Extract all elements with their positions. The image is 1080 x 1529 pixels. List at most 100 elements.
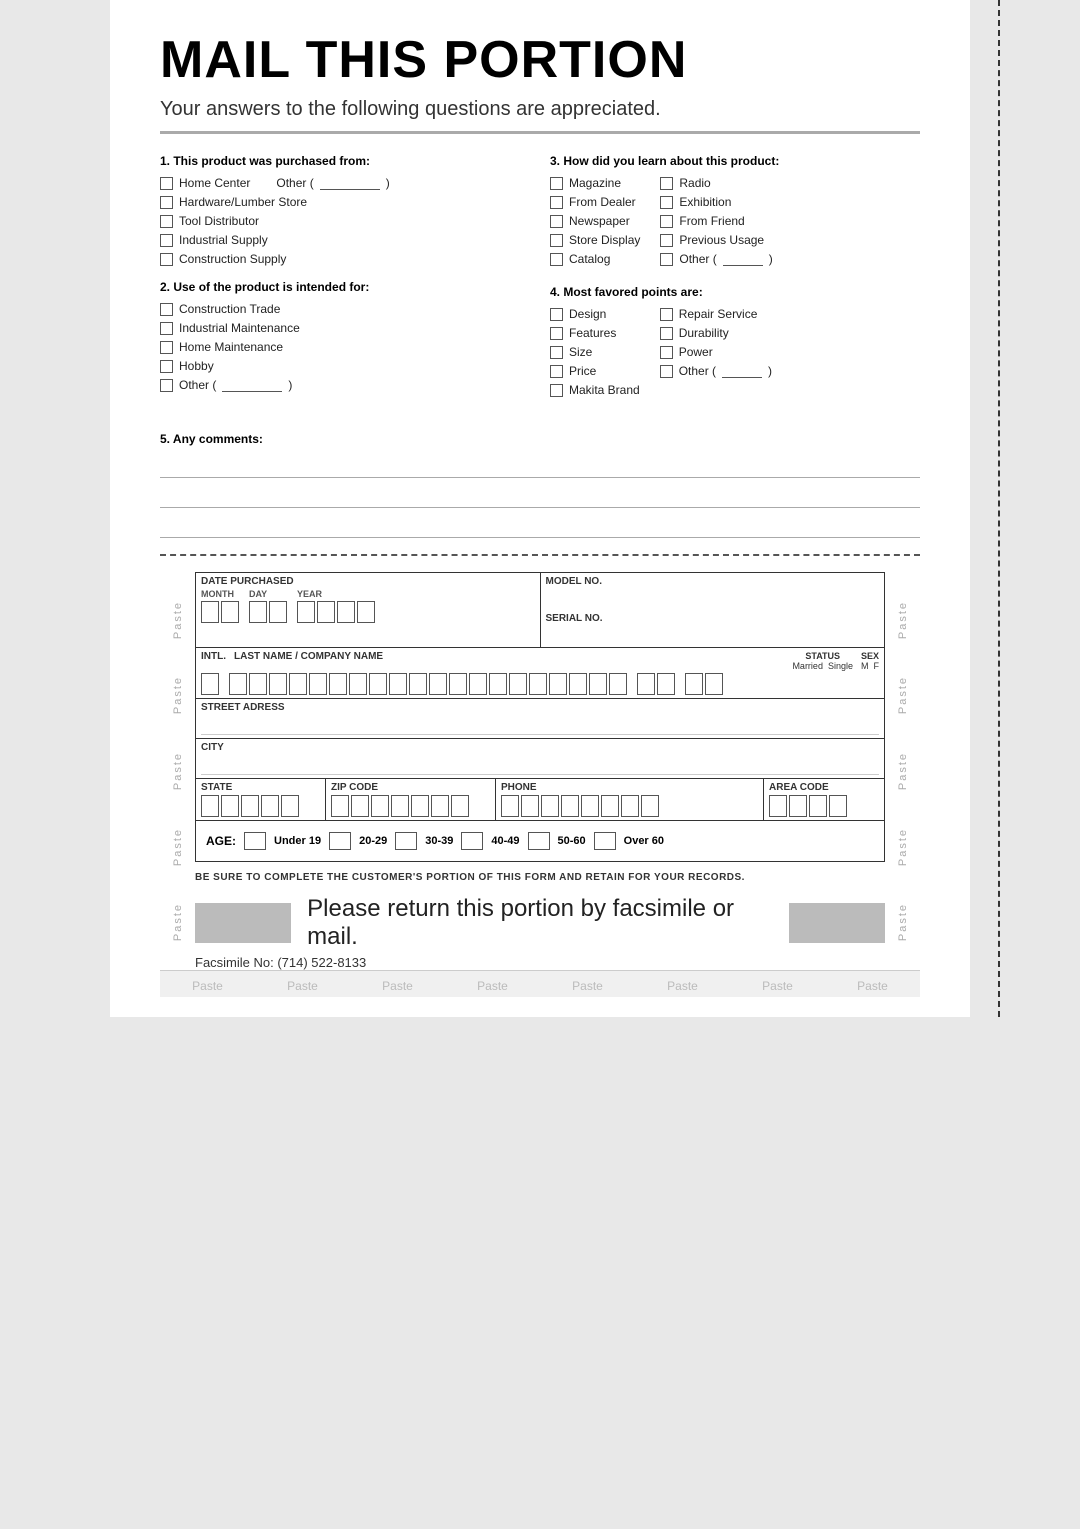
phone-box-7[interactable] (621, 795, 639, 817)
state-box-2[interactable] (221, 795, 239, 817)
q4-option-3[interactable]: Size (550, 345, 640, 359)
q4-option-9[interactable]: Other ( ) (660, 364, 772, 378)
age-box-50-60[interactable] (528, 832, 550, 850)
state-box-1[interactable] (201, 795, 219, 817)
month-box-1[interactable] (201, 601, 219, 623)
intl-box[interactable] (201, 673, 219, 695)
q4-option-8[interactable]: Power (660, 345, 772, 359)
year-box-4[interactable] (357, 601, 375, 623)
q3-option-7[interactable]: Exhibition (660, 195, 772, 209)
f-box[interactable] (705, 673, 723, 695)
name-box-17[interactable] (549, 673, 567, 695)
q3-checkbox-1[interactable] (550, 177, 563, 190)
q1-checkbox-2[interactable] (160, 196, 173, 209)
area-box-1[interactable] (769, 795, 787, 817)
name-box-8[interactable] (369, 673, 387, 695)
q4-checkbox-4[interactable] (550, 365, 563, 378)
state-box-5[interactable] (281, 795, 299, 817)
q1-checkbox-1[interactable] (160, 177, 173, 190)
q2-option-4[interactable]: Hobby (160, 359, 530, 373)
q1-option-4[interactable]: Industrial Supply (160, 233, 530, 247)
area-box-2[interactable] (789, 795, 807, 817)
q1-option-3[interactable]: Tool Distributor (160, 214, 530, 228)
phone-box-3[interactable] (541, 795, 559, 817)
q2-checkbox-4[interactable] (160, 360, 173, 373)
q3-checkbox-9[interactable] (660, 234, 673, 247)
q3-option-5[interactable]: Catalog (550, 252, 640, 266)
q3-option-9[interactable]: Previous Usage (660, 233, 772, 247)
q4-checkbox-5[interactable] (550, 384, 563, 397)
age-box-30-39[interactable] (395, 832, 417, 850)
q3-option-3[interactable]: Newspaper (550, 214, 640, 228)
q1-option-2[interactable]: Hardware/Lumber Store (160, 195, 530, 209)
name-box-6[interactable] (329, 673, 347, 695)
age-box-over60[interactable] (594, 832, 616, 850)
q1-checkbox-3[interactable] (160, 215, 173, 228)
age-box-under19[interactable] (244, 832, 266, 850)
year-box-3[interactable] (337, 601, 355, 623)
q2-checkbox-3[interactable] (160, 341, 173, 354)
name-box-7[interactable] (349, 673, 367, 695)
zip-box-5[interactable] (411, 795, 429, 817)
single-box[interactable] (657, 673, 675, 695)
q2-option-2[interactable]: Industrial Maintenance (160, 321, 530, 335)
q3-checkbox-4[interactable] (550, 234, 563, 247)
area-box-4[interactable] (829, 795, 847, 817)
zip-box-1[interactable] (331, 795, 349, 817)
q4-checkbox-6[interactable] (660, 308, 673, 321)
q4-checkbox-1[interactable] (550, 308, 563, 321)
q2-option-1[interactable]: Construction Trade (160, 302, 530, 316)
name-box-18[interactable] (569, 673, 587, 695)
name-box-19[interactable] (589, 673, 607, 695)
comments-line-2[interactable] (160, 484, 920, 508)
name-box-16[interactable] (529, 673, 547, 695)
q2-checkbox-1[interactable] (160, 303, 173, 316)
q4-option-2[interactable]: Features (550, 326, 640, 340)
q4-option-1[interactable]: Design (550, 307, 640, 321)
name-box-9[interactable] (389, 673, 407, 695)
area-box-3[interactable] (809, 795, 827, 817)
phone-box-5[interactable] (581, 795, 599, 817)
m-box[interactable] (685, 673, 703, 695)
zip-box-2[interactable] (351, 795, 369, 817)
name-box-4[interactable] (289, 673, 307, 695)
q3-checkbox-6[interactable] (660, 177, 673, 190)
name-box-10[interactable] (409, 673, 427, 695)
q4-option-5[interactable]: Makita Brand (550, 383, 640, 397)
name-box-1[interactable] (229, 673, 247, 695)
name-box-11[interactable] (429, 673, 447, 695)
q2-option-5[interactable]: Other ( ) (160, 378, 530, 392)
q3-checkbox-8[interactable] (660, 215, 673, 228)
q3-checkbox-3[interactable] (550, 215, 563, 228)
q3-option-2[interactable]: From Dealer (550, 195, 640, 209)
name-box-2[interactable] (249, 673, 267, 695)
zip-box-7[interactable] (451, 795, 469, 817)
q4-option-4[interactable]: Price (550, 364, 640, 378)
q4-checkbox-8[interactable] (660, 346, 673, 359)
zip-box-3[interactable] (371, 795, 389, 817)
name-box-15[interactable] (509, 673, 527, 695)
q4-checkbox-9[interactable] (660, 365, 673, 378)
street-input[interactable] (201, 713, 879, 735)
q1-option-5[interactable]: Construction Supply (160, 252, 530, 266)
q4-checkbox-3[interactable] (550, 346, 563, 359)
phone-box-1[interactable] (501, 795, 519, 817)
q3-checkbox-2[interactable] (550, 196, 563, 209)
q3-checkbox-10[interactable] (660, 253, 673, 266)
q2-checkbox-2[interactable] (160, 322, 173, 335)
phone-box-6[interactable] (601, 795, 619, 817)
q4-checkbox-7[interactable] (660, 327, 673, 340)
q3-checkbox-7[interactable] (660, 196, 673, 209)
phone-box-2[interactable] (521, 795, 539, 817)
model-no-input[interactable] (546, 587, 880, 607)
day-box-1[interactable] (249, 601, 267, 623)
age-box-40-49[interactable] (461, 832, 483, 850)
zip-box-6[interactable] (431, 795, 449, 817)
q3-option-6[interactable]: Radio (660, 176, 772, 190)
married-box[interactable] (637, 673, 655, 695)
q3-option-4[interactable]: Store Display (550, 233, 640, 247)
q4-option-6[interactable]: Repair Service (660, 307, 772, 321)
q2-option-3[interactable]: Home Maintenance (160, 340, 530, 354)
q1-option-1[interactable]: Home Center Other ( ) (160, 176, 530, 190)
zip-box-4[interactable] (391, 795, 409, 817)
